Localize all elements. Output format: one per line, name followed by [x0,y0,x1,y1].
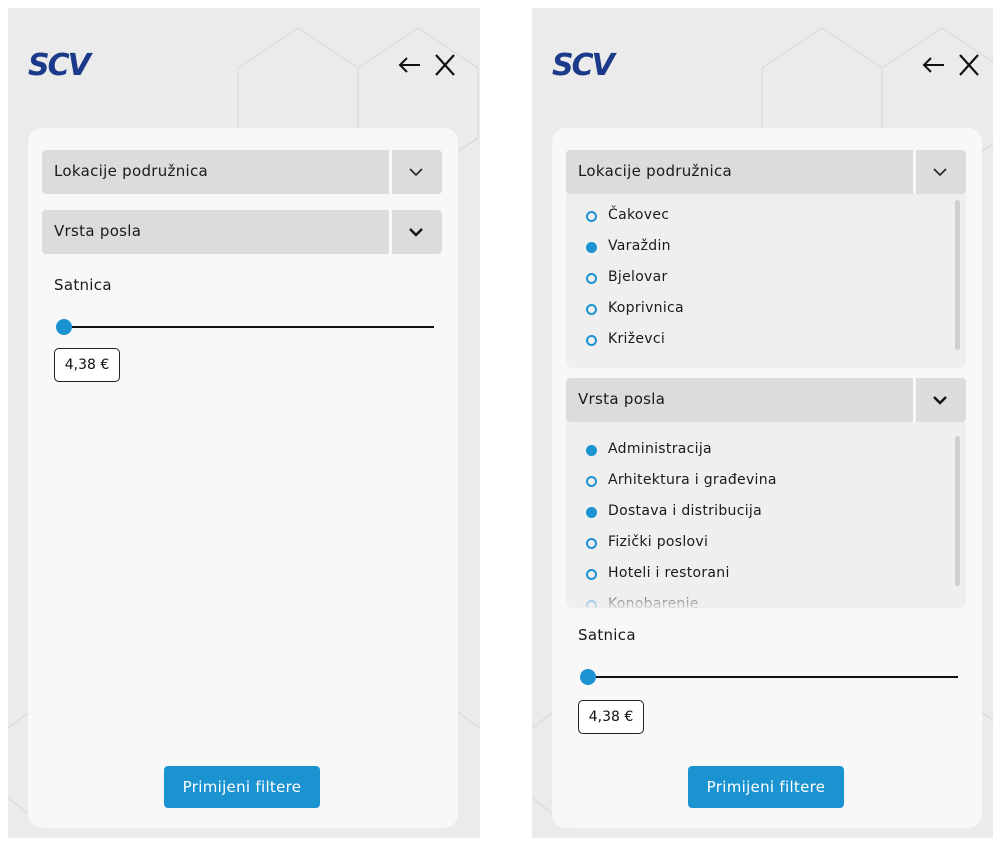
radio-checked-icon[interactable] [586,445,597,456]
job-type-option-label: Fizički poslovi [608,534,709,550]
job-type-option-label: Dostava i distribucija [608,503,762,519]
location-option[interactable]: Varaždin [566,235,946,266]
accordion-job-type-header[interactable]: Vrsta posla [42,210,442,254]
radio-unchecked-icon[interactable] [586,211,597,222]
locations-list: Čakovec Varaždin Bjelovar Koprivnica Križevc… [566,194,966,368]
radio-unchecked-icon[interactable] [586,538,597,549]
job-type-option[interactable]: Hoteli i restorani [566,562,946,593]
job-type-option-label: Hoteli i restorani [608,565,730,581]
chevron-down-icon[interactable] [932,393,948,407]
job-type-option[interactable]: Arhitektura i građevina [566,469,946,500]
job-type-option[interactable]: Administracija [566,438,946,469]
close-icon[interactable] [956,54,982,76]
radio-checked-icon[interactable] [586,507,597,518]
radio-unchecked-icon[interactable] [586,569,597,580]
filter-panel: Lokacije podružnica Vrsta posla Satnica … [28,128,458,828]
scv-logo: SCV [28,48,91,83]
radio-unchecked-icon[interactable] [586,335,597,346]
rate-slider-thumb[interactable] [580,669,596,685]
accordion-divider [389,210,392,254]
chevron-down-icon[interactable] [408,225,424,239]
location-option-label: Križevci [608,331,666,347]
accordion-locations-title: Lokacije podružnica [54,162,209,180]
filter-screen-collapsed: SCV Lokacije podružnica Vrsta posla Satn… [8,8,480,838]
rate-label: Satnica [54,276,112,294]
accordion-locations-header[interactable]: Lokacije podružnica [42,150,442,194]
job-types-scrollbar[interactable] [955,436,960,586]
accordion-divider [913,150,916,194]
job-types-list: Administracija Arhitektura i građevina Dos… [566,422,966,608]
rate-slider-track[interactable] [586,676,958,678]
scv-logo: SCV [552,48,615,83]
location-option[interactable]: Čakovec [566,204,946,235]
radio-checked-icon[interactable] [586,242,597,253]
rate-label: Satnica [578,626,636,644]
location-option[interactable]: Bjelovar [566,266,946,297]
filter-screen-expanded: SCV Lokacije podružnica Čakovec Varaždin B… [532,8,993,838]
location-option[interactable]: Križevci [566,328,946,359]
job-type-option-label: Konobarenje [608,596,699,608]
location-option[interactable]: Koprivnica [566,297,946,328]
job-type-option[interactable]: Fizički poslovi [566,531,946,562]
arrow-left-icon[interactable] [396,54,422,76]
radio-unchecked-icon[interactable] [586,476,597,487]
locations-options: Čakovec Varaždin Bjelovar Koprivnica Križevc… [566,204,946,359]
filter-panel: Lokacije podružnica Čakovec Varaždin Bjelo… [552,128,982,828]
rate-value-box: 4,38 € [54,348,120,382]
job-type-option[interactable]: Konobarenje [566,593,946,608]
radio-unchecked-icon[interactable] [586,600,597,608]
chevron-down-icon[interactable] [408,165,424,179]
accordion-divider [389,150,392,194]
apply-filters-button[interactable]: Primijeni filtere [164,766,320,808]
radio-unchecked-icon[interactable] [586,304,597,315]
location-option-label: Koprivnica [608,300,684,316]
radio-unchecked-icon[interactable] [586,273,597,284]
accordion-job-type-title: Vrsta posla [578,390,666,408]
locations-scrollbar[interactable] [955,200,960,350]
location-option-label: Bjelovar [608,269,668,285]
rate-slider-track[interactable] [62,326,434,328]
rate-value-box: 4,38 € [578,700,644,734]
job-types-options: Administracija Arhitektura i građevina Dos… [566,438,946,608]
job-type-option-label: Arhitektura i građevina [608,472,777,488]
location-option-label: Varaždin [608,238,671,254]
chevron-down-icon[interactable] [932,165,948,179]
close-icon[interactable] [432,54,458,76]
arrow-left-icon[interactable] [920,54,946,76]
job-type-option[interactable]: Dostava i distribucija [566,500,946,531]
accordion-locations-title: Lokacije podružnica [578,162,733,180]
accordion-divider [913,378,916,422]
accordion-job-type-header[interactable]: Vrsta posla [566,378,966,422]
job-type-option-label: Administracija [608,441,712,457]
apply-filters-button[interactable]: Primijeni filtere [688,766,844,808]
rate-slider-thumb[interactable] [56,319,72,335]
accordion-job-type-title: Vrsta posla [54,222,142,240]
location-option-label: Čakovec [608,207,670,223]
accordion-locations-header[interactable]: Lokacije podružnica [566,150,966,194]
